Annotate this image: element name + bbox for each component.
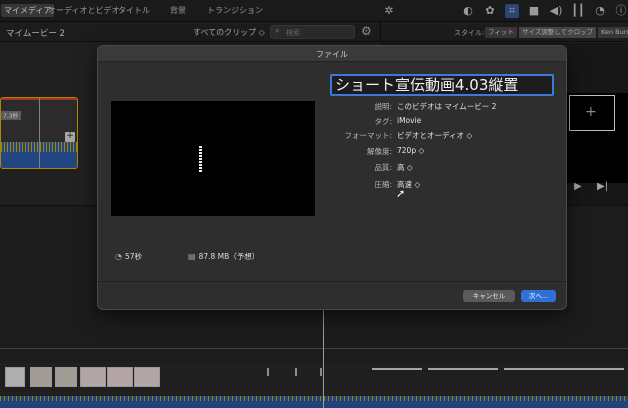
dialog-titlebar: ファイル	[98, 46, 566, 62]
filesize-stat: ▤ 87.8 MB（予想）	[188, 251, 259, 262]
duration-stat: ◔ 57秒	[115, 251, 142, 262]
resolution-label: 解像度:	[366, 147, 392, 156]
share-file-dialog: ファイル ショート宣伝動画4.03縦置 説明: このビデオは マイムービー 2 …	[97, 45, 567, 310]
filesize-value: 87.8 MB（予想）	[198, 252, 260, 261]
duration-value: 57秒	[124, 252, 143, 261]
quality-label: 品質:	[374, 163, 392, 172]
compression-label: 圧縮:	[374, 180, 392, 189]
format-label: フォーマット:	[344, 131, 392, 140]
filename-field[interactable]: ショート宣伝動画4.03縦置	[330, 74, 554, 96]
format-select[interactable]: ビデオとオーディオ ◇	[397, 130, 472, 141]
file-icon: ▤	[188, 252, 196, 261]
clock-icon: ◔	[115, 252, 122, 261]
next-button[interactable]: 次へ...	[521, 290, 556, 302]
tags-field[interactable]: iMovie	[397, 116, 421, 125]
dialog-footer-divider	[98, 281, 566, 282]
imovie-window: マイメディア オーディオとビデオ タイトル 背景 トランジション ✲ ◐ ✿ ⌗…	[0, 0, 628, 408]
preview-vertical-text	[199, 146, 202, 172]
resolution-select[interactable]: 720p ◇	[397, 146, 424, 155]
mouse-cursor-icon: ➚	[396, 187, 406, 200]
quality-select[interactable]: 高 ◇	[397, 162, 413, 173]
description-label: 説明:	[374, 102, 392, 111]
dialog-title: ファイル	[316, 50, 348, 59]
description-field[interactable]: このビデオは マイムービー 2	[397, 101, 496, 112]
tags-label: タグ:	[374, 117, 392, 126]
cancel-button[interactable]: キャンセル	[463, 290, 515, 302]
video-preview	[111, 101, 315, 216]
